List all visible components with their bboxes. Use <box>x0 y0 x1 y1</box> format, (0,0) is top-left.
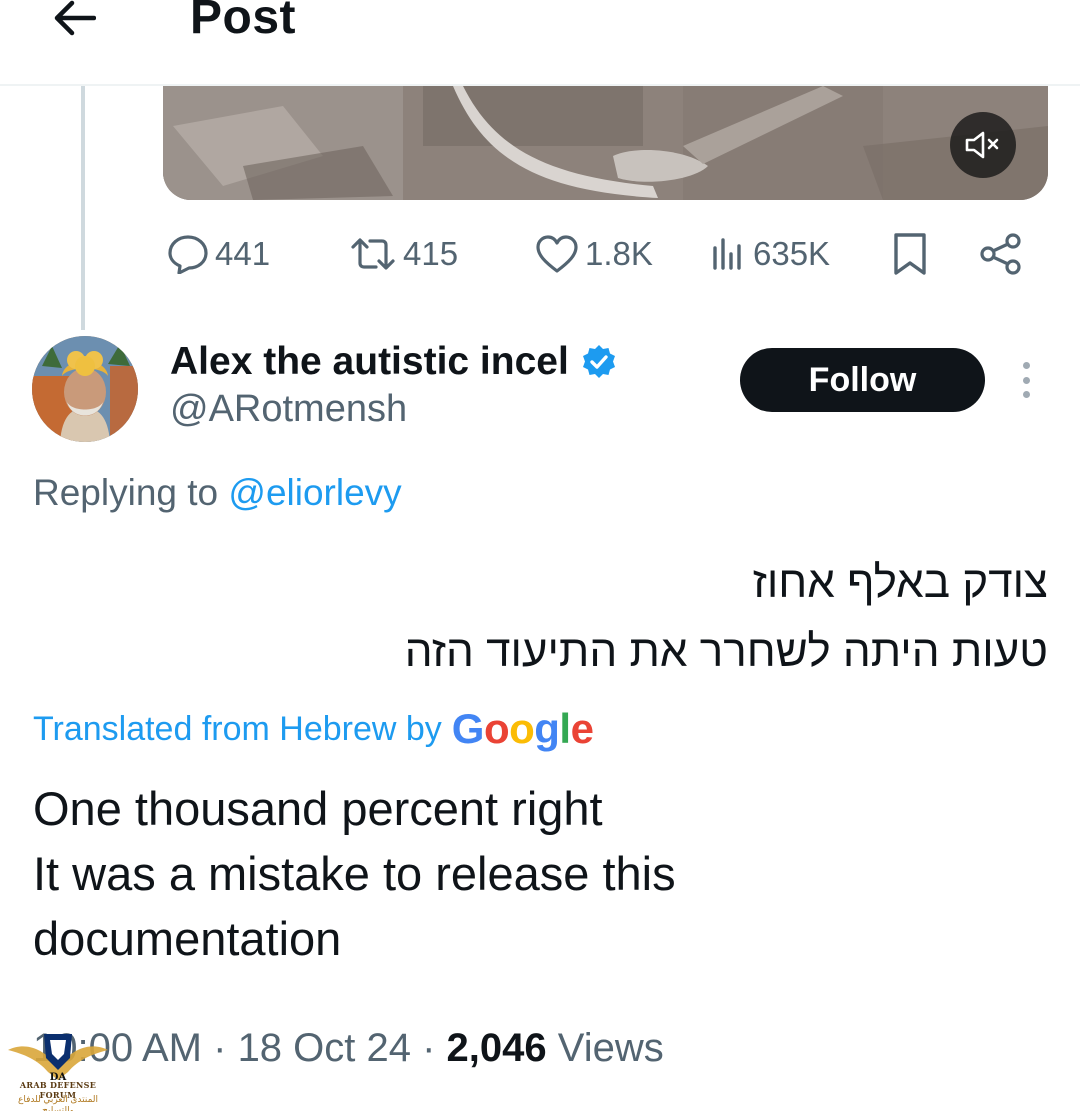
analytics-icon <box>713 238 741 270</box>
reply-count: 441 <box>215 235 271 272</box>
reply-button[interactable]: 441 <box>167 226 270 282</box>
video-frame <box>163 86 1048 200</box>
post-video[interactable] <box>163 86 1048 200</box>
watermark-line2: المنتدى العربي للدفاع والتسليح <box>17 1094 99 1111</box>
post-views-label: Views <box>557 1026 664 1070</box>
like-count: 1.8K <box>585 235 653 272</box>
repost-button[interactable]: 415 <box>349 226 458 282</box>
reply-icon <box>168 235 208 274</box>
translated-from-notice[interactable]: Translated from Hebrew by Google <box>33 702 594 756</box>
display-name[interactable]: Alex the autistic incel <box>170 340 569 384</box>
bookmark-button[interactable] <box>891 226 929 282</box>
watermark: DA ARAB DEFENSE FORUM المنتدى العربي للد… <box>6 1028 110 1111</box>
translation-line: One thousand percent right <box>33 782 603 835</box>
google-logo-letter: e <box>570 705 594 752</box>
author-name-row[interactable]: Alex the autistic incel <box>170 336 617 388</box>
repost-count: 415 <box>403 235 459 272</box>
back-button[interactable] <box>48 0 100 40</box>
avatar[interactable] <box>32 336 138 442</box>
google-logo-letter: g <box>534 705 560 752</box>
like-button[interactable]: 1.8K <box>535 226 653 282</box>
post-text-original: צודק באלף אחוז טעות היתה לשחרר את התיעוד… <box>48 548 1048 686</box>
replying-to-mention[interactable]: @eliorlevy <box>228 472 401 513</box>
post-views-count: 2,046 <box>446 1026 547 1070</box>
post-timestamp-row: 10:00 AM · 18 Oct 24 · 2,046 Views <box>33 1026 664 1070</box>
verified-badge-icon[interactable] <box>581 344 617 380</box>
share-icon <box>980 233 1021 275</box>
heart-icon <box>536 235 578 273</box>
avatar-photo <box>32 336 138 442</box>
mute-toggle-button[interactable] <box>950 112 1016 178</box>
google-logo: Google <box>452 705 594 753</box>
views-count: 635K <box>753 235 831 272</box>
original-line: טעות היתה לשחרר את התיעוד הזה <box>404 627 1048 676</box>
google-logo-letter: o <box>483 705 510 752</box>
arrow-left-icon <box>54 0 96 36</box>
top-bar: Post <box>0 0 1080 86</box>
author-handle[interactable]: @ARotmensh <box>170 388 407 431</box>
replying-to-line: Replying to @eliorlevy <box>33 472 402 514</box>
translated-from-label: Translated from Hebrew by <box>33 709 442 748</box>
thread-connector-line <box>81 86 85 330</box>
translation-line: documentation <box>33 912 342 965</box>
google-logo-letter: o <box>509 705 535 752</box>
post-text-translation: One thousand percent right It was a mist… <box>33 776 1043 971</box>
replying-prefix: Replying to <box>33 472 229 513</box>
share-button[interactable] <box>979 226 1023 282</box>
views-button[interactable]: 635K <box>711 226 830 282</box>
more-options-icon[interactable] <box>1008 356 1044 404</box>
google-logo-letter: G <box>451 705 485 752</box>
speaker-muted-icon <box>965 131 999 159</box>
google-logo-letter: l <box>559 705 571 752</box>
translation-line: It was a mistake to release this <box>33 847 676 900</box>
post-date[interactable]: 18 Oct 24 <box>238 1026 411 1070</box>
bookmark-icon <box>894 233 926 275</box>
eagle-emblem-logo: DA <box>8 1034 108 1083</box>
follow-button[interactable]: Follow <box>740 348 985 412</box>
original-line: צודק באלף אחוז <box>752 558 1048 607</box>
repost-icon <box>351 238 395 270</box>
page-title: Post <box>190 0 297 44</box>
post-action-bar: 441 415 1.8K 635K <box>163 226 1033 282</box>
